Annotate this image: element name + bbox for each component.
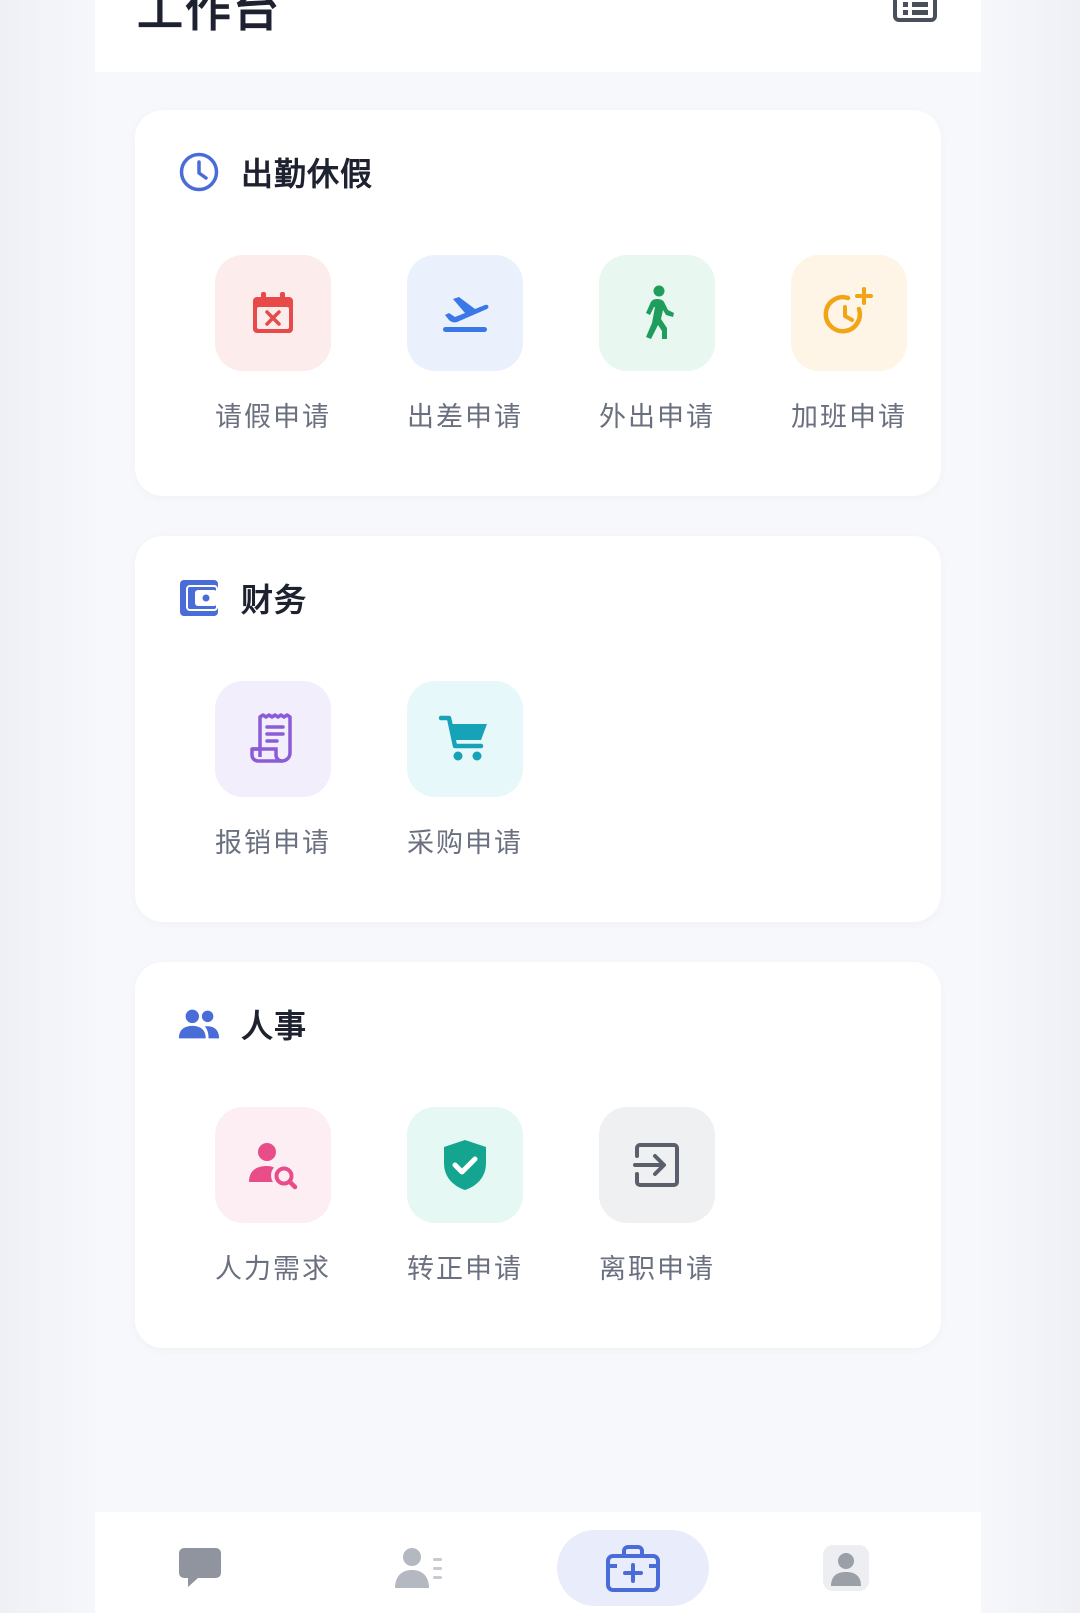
calendar-x-icon xyxy=(253,292,293,333)
tile-regularization[interactable]: 转正申请 xyxy=(369,1107,561,1286)
section-grid: 人力需求 转正申请 离职申请 xyxy=(177,1107,753,1286)
tile-icon-box xyxy=(215,255,331,371)
tile-label: 出差申请 xyxy=(407,402,523,433)
tile-label: 转正申请 xyxy=(407,1254,523,1285)
tile-resignation[interactable]: 离职申请 xyxy=(561,1107,753,1286)
tile-icon-box xyxy=(215,1107,331,1223)
shield-check-icon xyxy=(444,1140,486,1190)
nav-messages[interactable] xyxy=(155,1530,245,1606)
tile-label: 采购申请 xyxy=(407,828,523,859)
tile-label: 请假申请 xyxy=(215,402,331,433)
tile-icon-box xyxy=(407,255,523,371)
section-finance: 财务 报销申请 采购申请 xyxy=(135,536,941,922)
top-header: 工作台 xyxy=(95,0,981,72)
nav-profile[interactable] xyxy=(801,1530,891,1606)
tile-icon-box xyxy=(407,681,523,797)
wallet-icon xyxy=(177,576,221,620)
chat-bubble-icon xyxy=(179,1548,221,1587)
tile-label: 人力需求 xyxy=(215,1254,331,1285)
nav-contacts[interactable] xyxy=(375,1530,465,1606)
tile-icon-box xyxy=(599,1107,715,1223)
cart-icon xyxy=(439,715,487,761)
tile-business-trip[interactable]: 出差申请 xyxy=(369,255,561,434)
bottom-nav xyxy=(95,1512,981,1613)
receipt-icon xyxy=(250,713,292,763)
tile-label: 外出申请 xyxy=(599,402,715,433)
list-icon[interactable] xyxy=(893,0,937,22)
clock-icon xyxy=(177,150,221,194)
tile-reimbursement[interactable]: 报销申请 xyxy=(177,681,369,860)
tile-staffing-demand[interactable]: 人力需求 xyxy=(177,1107,369,1286)
tile-label: 报销申请 xyxy=(215,828,331,859)
tile-leave-request[interactable]: 请假申请 xyxy=(177,255,369,434)
contacts-icon xyxy=(395,1548,442,1588)
section-title: 人事 xyxy=(241,1007,308,1045)
tile-purchase[interactable]: 采购申请 xyxy=(369,681,561,860)
tile-icon-box xyxy=(215,681,331,797)
section-hr: 人事 人力需求 转正申请 离职申请 xyxy=(135,962,941,1348)
section-title: 财务 xyxy=(241,581,308,619)
tile-go-out[interactable]: 外出申请 xyxy=(561,255,753,434)
section-grid: 请假申请 出差申请 外出申请 加班申请 xyxy=(177,255,945,434)
clock-plus-icon xyxy=(823,287,873,334)
nav-workbench[interactable] xyxy=(557,1530,709,1606)
tile-icon-box xyxy=(791,255,907,371)
page-title: 工作台 xyxy=(137,0,281,37)
profile-icon xyxy=(823,1545,869,1591)
section-header: 出勤休假 xyxy=(177,150,373,194)
tile-label: 离职申请 xyxy=(599,1254,715,1285)
section-header: 财务 xyxy=(177,576,307,620)
users-icon xyxy=(177,1002,221,1046)
tile-overtime[interactable]: 加班申请 xyxy=(753,255,945,434)
tile-icon-box xyxy=(599,255,715,371)
section-title: 出勤休假 xyxy=(241,155,374,193)
user-search-icon xyxy=(249,1143,298,1190)
section-grid: 报销申请 采购申请 xyxy=(177,681,561,860)
tile-label: 加班申请 xyxy=(791,402,907,433)
section-header: 人事 xyxy=(177,1002,307,1046)
tile-icon-box xyxy=(407,1107,523,1223)
section-attendance: 出勤休假 请假申请 出差申请 外出申请 加班申请 xyxy=(135,110,941,496)
walking-icon xyxy=(646,285,674,339)
app-screen: 工作台 出勤休假 请假申请 出差申请 外出申请 加班申请 财务 报销申请 采购申… xyxy=(95,0,981,1613)
medkit-icon xyxy=(606,1545,660,1592)
plane-takeoff-icon xyxy=(443,297,489,332)
exit-icon xyxy=(633,1143,679,1187)
